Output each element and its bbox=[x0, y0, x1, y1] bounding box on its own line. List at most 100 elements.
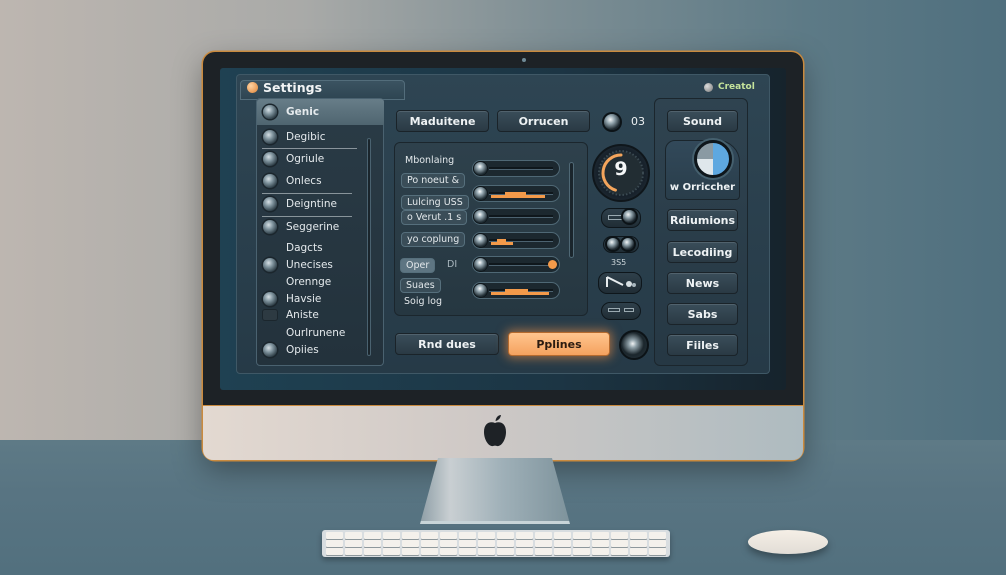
keyboard-key[interactable] bbox=[363, 540, 382, 547]
keyboard-key[interactable] bbox=[382, 540, 401, 547]
keyboard-key[interactable] bbox=[344, 532, 363, 539]
slider-thumb[interactable] bbox=[474, 284, 487, 297]
keyboard-key[interactable] bbox=[326, 540, 344, 547]
rnd-dues-button[interactable]: Rnd dues bbox=[395, 333, 499, 355]
keyboard-key[interactable] bbox=[401, 532, 420, 539]
keyboard-key[interactable] bbox=[326, 548, 344, 555]
keyboard-key[interactable] bbox=[629, 540, 648, 547]
keyboard-key[interactable] bbox=[401, 540, 420, 547]
keyboard-key[interactable] bbox=[610, 540, 629, 547]
keyboard-key[interactable] bbox=[477, 532, 496, 539]
keyboard-key[interactable] bbox=[515, 540, 534, 547]
slider-4[interactable] bbox=[472, 232, 560, 249]
segment-control[interactable] bbox=[601, 302, 641, 320]
sidebar-item[interactable]: Onlecs bbox=[263, 174, 322, 188]
keyboard-key[interactable] bbox=[553, 548, 572, 555]
sidebar-item[interactable]: Ourlrunene bbox=[263, 326, 345, 340]
slider-thumb[interactable] bbox=[474, 187, 487, 200]
slider-6[interactable] bbox=[472, 282, 560, 299]
keyboard-key[interactable] bbox=[553, 540, 572, 547]
dual-button-right-icon[interactable] bbox=[622, 238, 634, 250]
counter-knob-icon[interactable] bbox=[604, 114, 620, 130]
keyboard-key[interactable] bbox=[344, 548, 363, 555]
keyboard-key[interactable] bbox=[439, 548, 458, 555]
sidebar-item[interactable]: Orennge bbox=[263, 275, 331, 289]
keyboard-key[interactable] bbox=[363, 532, 382, 539]
sabs-button[interactable]: Sabs bbox=[667, 303, 738, 325]
oper-toggle[interactable]: Oper bbox=[400, 258, 436, 273]
toggle-switch[interactable] bbox=[601, 208, 641, 228]
keyboard-key[interactable] bbox=[382, 532, 401, 539]
sidebar-item[interactable]: Genic bbox=[263, 105, 319, 119]
sidebar-scrollbar[interactable] bbox=[367, 138, 371, 356]
keyboard-key[interactable] bbox=[496, 540, 515, 547]
keyboard-key[interactable] bbox=[439, 532, 458, 539]
keyboard-key[interactable] bbox=[591, 532, 610, 539]
news-button[interactable]: News bbox=[667, 272, 738, 294]
keyboard-key[interactable] bbox=[572, 548, 591, 555]
keyboard-key[interactable] bbox=[610, 532, 629, 539]
creator-indicator[interactable]: Creatol bbox=[704, 82, 755, 92]
sidebar-item[interactable]: Deigntine bbox=[263, 197, 337, 211]
keyboard-key[interactable] bbox=[534, 540, 553, 547]
slider-1[interactable] bbox=[472, 160, 560, 177]
keyboard-key[interactable] bbox=[401, 548, 420, 555]
keyboard-key[interactable] bbox=[496, 548, 515, 555]
keyboard-key[interactable] bbox=[515, 532, 534, 539]
slider-thumb[interactable] bbox=[474, 162, 487, 175]
keyboard-key[interactable] bbox=[534, 532, 553, 539]
keyboard-key[interactable] bbox=[458, 540, 477, 547]
keyboard-key[interactable] bbox=[420, 532, 439, 539]
keyboard-key[interactable] bbox=[382, 548, 401, 555]
keyboard-key[interactable] bbox=[610, 548, 629, 555]
keyboard-key[interactable] bbox=[420, 540, 439, 547]
slider-thumb[interactable] bbox=[474, 210, 487, 223]
keyboard-key[interactable] bbox=[591, 540, 610, 547]
keyboard-key[interactable] bbox=[515, 548, 534, 555]
suaes-button[interactable]: Suaes bbox=[400, 278, 441, 293]
slider-2[interactable] bbox=[472, 185, 560, 202]
sidebar-item[interactable]: Degibic bbox=[263, 130, 325, 144]
keyboard-key[interactable] bbox=[629, 532, 648, 539]
keyboard-key[interactable] bbox=[648, 532, 666, 539]
orrucen-button[interactable]: Orrucen bbox=[497, 110, 590, 132]
keyboard-key[interactable] bbox=[648, 548, 666, 555]
keyboard-key[interactable] bbox=[420, 548, 439, 555]
keyboard-key[interactable] bbox=[344, 540, 363, 547]
sidebar-item[interactable]: Opiies bbox=[263, 343, 319, 357]
keyboard-key[interactable] bbox=[648, 540, 666, 547]
dual-button-left-icon[interactable] bbox=[607, 238, 619, 250]
pplines-button[interactable]: Pplines bbox=[508, 332, 610, 356]
keyboard-key[interactable] bbox=[591, 548, 610, 555]
master-knob-icon[interactable] bbox=[619, 330, 649, 360]
di-toggle[interactable]: DI bbox=[447, 259, 457, 270]
slider-thumb[interactable] bbox=[474, 234, 487, 247]
keyboard-key[interactable] bbox=[477, 548, 496, 555]
rdiumions-button[interactable]: Rdiumions bbox=[667, 209, 738, 231]
keyboard-key[interactable] bbox=[496, 532, 515, 539]
slider-thumb[interactable] bbox=[474, 258, 487, 271]
keyboard-key[interactable] bbox=[477, 540, 496, 547]
keyboard-key[interactable] bbox=[553, 532, 572, 539]
keyboard-key[interactable] bbox=[326, 532, 344, 539]
dual-buttons[interactable] bbox=[603, 236, 639, 253]
window-status-dot-icon[interactable] bbox=[247, 82, 258, 93]
sidebar-item[interactable]: Aniste bbox=[263, 309, 319, 321]
keyboard-key[interactable] bbox=[629, 548, 648, 555]
controls-scrollbar[interactable] bbox=[569, 162, 574, 258]
sidebar-item[interactable]: Ogriule bbox=[263, 152, 324, 166]
keyboard-key[interactable] bbox=[572, 540, 591, 547]
keyboard-key[interactable] bbox=[572, 532, 591, 539]
fiiles-button[interactable]: Fiiles bbox=[667, 334, 738, 356]
keyboard-key[interactable] bbox=[439, 540, 458, 547]
keyboard-key[interactable] bbox=[458, 548, 477, 555]
slider-5[interactable] bbox=[472, 256, 560, 273]
keyboard-key[interactable] bbox=[534, 548, 553, 555]
sidebar-item[interactable]: Havsie bbox=[263, 292, 321, 306]
sidebar-item[interactable]: Seggerine bbox=[263, 220, 339, 234]
mouse[interactable] bbox=[748, 530, 828, 554]
keyboard-key[interactable] bbox=[363, 548, 382, 555]
maduitene-button[interactable]: Maduitene bbox=[396, 110, 489, 132]
lever-control[interactable] bbox=[598, 272, 642, 294]
lecodiing-button[interactable]: Lecodiing bbox=[667, 241, 738, 263]
